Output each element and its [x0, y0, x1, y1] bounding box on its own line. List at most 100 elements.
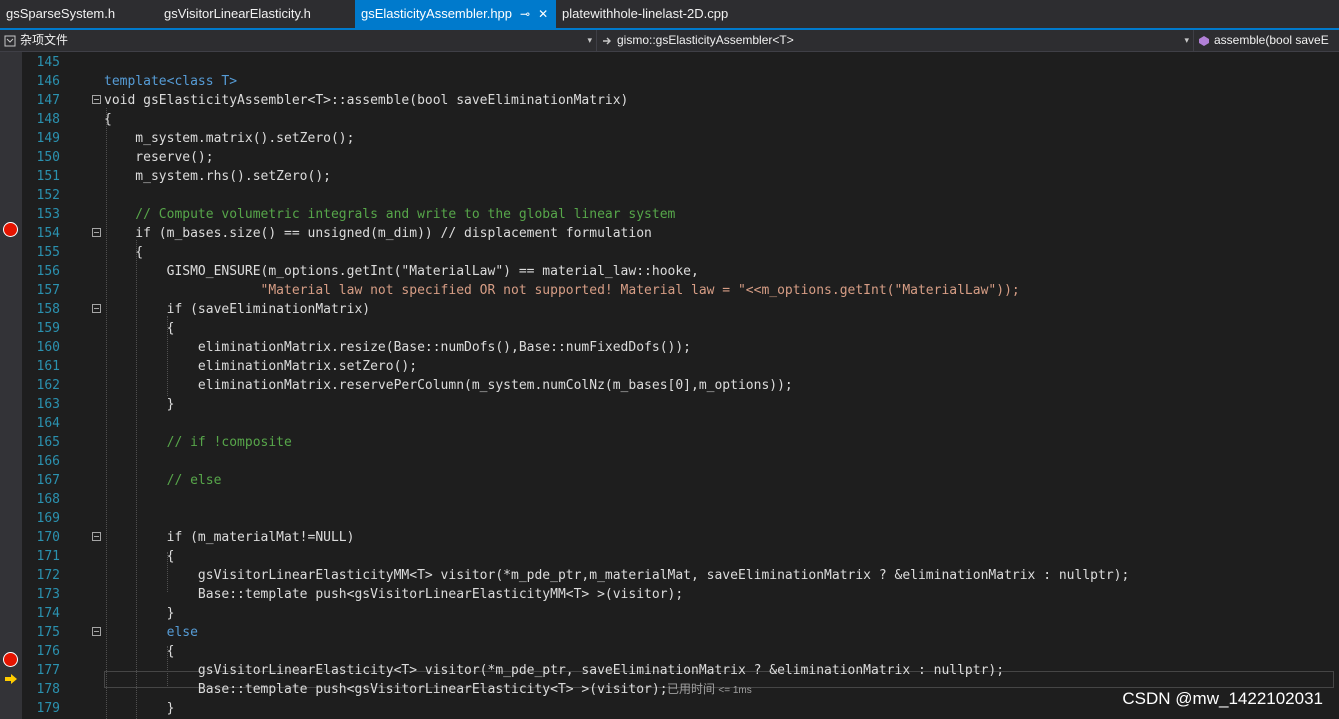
- member-dropdown[interactable]: assemble(bool saveE: [1194, 30, 1339, 51]
- tab-gsElasticityAssembler[interactable]: gsElasticityAssembler.hpp ⊸ ✕: [355, 0, 556, 28]
- code-text: {: [104, 112, 112, 127]
- code-text: {: [104, 549, 175, 564]
- collapse-icon[interactable]: [92, 532, 101, 541]
- collapse-icon[interactable]: [92, 95, 101, 104]
- line-number: 164: [36, 416, 60, 431]
- project-icon: [4, 35, 16, 46]
- code-line: 170 if (m_materialMat!=NULL): [22, 528, 1339, 547]
- line-number: 176: [36, 644, 60, 659]
- project-dropdown[interactable]: 杂项文件 ▾: [0, 30, 597, 51]
- code-text: GISMO_ENSURE(m_options.getInt("MaterialL…: [104, 264, 699, 279]
- scope-arrow-icon: [603, 37, 611, 44]
- code-text: "Material law not specified OR not suppo…: [104, 283, 1020, 298]
- code-line: 154 if (m_bases.size() == unsigned(m_dim…: [22, 224, 1339, 243]
- code-line: 172 gsVisitorLinearElasticityMM<T> visit…: [22, 566, 1339, 585]
- code-line: 155 {: [22, 243, 1339, 262]
- line-number: 167: [36, 473, 60, 488]
- line-number: 161: [36, 359, 60, 374]
- line-number: 178: [36, 682, 60, 697]
- breakpoint-icon[interactable]: [3, 222, 18, 237]
- line-number: 171: [36, 549, 60, 564]
- code-text: else: [104, 625, 198, 640]
- line-number: 162: [36, 378, 60, 393]
- tab-label: gsElasticityAssembler.hpp: [361, 6, 513, 21]
- code-line: 158 if (saveEliminationMatrix): [22, 300, 1339, 319]
- pin-icon[interactable]: ⊸: [520, 0, 530, 28]
- code-line: 159 {: [22, 319, 1339, 338]
- line-number: 154: [36, 226, 60, 241]
- code-line: 147 void gsElasticityAssembler<T>::assemb…: [22, 91, 1339, 110]
- code-text: {: [104, 245, 144, 260]
- scope-name: gismo::gsElasticityAssembler<T>: [617, 33, 794, 47]
- code-line: 149 m_system.matrix().setZero();: [22, 129, 1339, 148]
- code-line: 148 {: [22, 110, 1339, 129]
- code-text: reserve();: [104, 150, 214, 165]
- line-number: 156: [36, 264, 60, 279]
- tab-label: gsSparseSystem.h: [6, 6, 116, 21]
- tab-gsVisitorLinearElasticity[interactable]: gsVisitorLinearElasticity.h: [160, 0, 355, 28]
- code-text: Base::template push<gsVisitorLinearElast…: [104, 587, 684, 602]
- line-number: 179: [36, 701, 60, 716]
- code-line: 169: [22, 509, 1339, 528]
- line-number: 149: [36, 131, 60, 146]
- perf-tip[interactable]: 已用时间 <= 1ms: [667, 680, 752, 700]
- line-number: 163: [36, 397, 60, 412]
- line-number: 153: [36, 207, 60, 222]
- project-name: 杂项文件: [20, 33, 69, 47]
- line-number: 147: [36, 93, 60, 108]
- code-text: Base::template push<gsVisitorLinearElast…: [104, 682, 668, 697]
- line-number: 159: [36, 321, 60, 336]
- code-line: 156 GISMO_ENSURE(m_options.getInt("Mater…: [22, 262, 1339, 281]
- code-line: 173 Base::template push<gsVisitorLinearE…: [22, 585, 1339, 604]
- collapse-icon[interactable]: [92, 627, 101, 636]
- code-line: 166: [22, 452, 1339, 471]
- perf-tip-value: <= 1ms: [718, 685, 752, 696]
- collapse-icon[interactable]: [92, 304, 101, 313]
- line-number: 158: [36, 302, 60, 317]
- code-line: 151 m_system.rhs().setZero();: [22, 167, 1339, 186]
- code-text: void gsElasticityAssembler<T>::assemble(…: [104, 93, 629, 108]
- code-text: eliminationMatrix.setZero();: [104, 359, 418, 374]
- code-line: 153 // Compute volumetric integrals and …: [22, 205, 1339, 224]
- code-line: 163 }: [22, 395, 1339, 414]
- code-line: 168: [22, 490, 1339, 509]
- code-line: 150 reserve();: [22, 148, 1339, 167]
- code-text: if (saveEliminationMatrix): [104, 302, 371, 317]
- collapse-icon[interactable]: [92, 228, 101, 237]
- navigation-bar: 杂项文件 ▾ gismo::gsElasticityAssembler<T> ▾…: [0, 30, 1339, 52]
- code-line: 171 {: [22, 547, 1339, 566]
- line-number: 146: [36, 74, 60, 89]
- line-number: 174: [36, 606, 60, 621]
- code-text: eliminationMatrix.resize(Base::numDofs()…: [104, 340, 691, 355]
- code-text: }: [104, 701, 175, 716]
- code-line: 146 template<class T>: [22, 72, 1339, 91]
- method-icon: [1199, 35, 1209, 46]
- code-text: template<class T>: [104, 74, 238, 89]
- line-number: 155: [36, 245, 60, 260]
- line-number: 177: [36, 663, 60, 678]
- line-number: 169: [36, 511, 60, 526]
- tab-gsSparseSystem[interactable]: gsSparseSystem.h: [0, 0, 160, 28]
- code-editor[interactable]: 145 146 template<class T> 147 void gsElast…: [22, 52, 1339, 719]
- breakpoint-margin[interactable]: [0, 52, 22, 719]
- code-line: 175 else: [22, 623, 1339, 642]
- tab-platewithhole[interactable]: platewithhole-linelast-2D.cpp: [556, 0, 756, 28]
- document-tab-bar: gsSparseSystem.h gsVisitorLinearElastici…: [0, 0, 1339, 30]
- code-text: // Compute volumetric integrals and writ…: [104, 207, 676, 222]
- code-text: }: [104, 397, 175, 412]
- watermark: CSDN @mw_1422102031: [1122, 689, 1323, 708]
- scope-dropdown[interactable]: gismo::gsElasticityAssembler<T> ▾: [597, 30, 1194, 51]
- line-number: 150: [36, 150, 60, 165]
- code-text: m_system.rhs().setZero();: [104, 169, 331, 184]
- code-line: 160 eliminationMatrix.resize(Base::numDo…: [22, 338, 1339, 357]
- breakpoint-icon[interactable]: [3, 652, 18, 667]
- code-line: 152: [22, 186, 1339, 205]
- close-icon[interactable]: ✕: [538, 0, 548, 28]
- chevron-down-icon: ▾: [587, 35, 592, 45]
- code-text: if (m_bases.size() == unsigned(m_dim)) /…: [104, 226, 652, 241]
- chevron-down-icon: ▾: [1184, 35, 1189, 45]
- code-text: {: [104, 644, 175, 659]
- line-number: 148: [36, 112, 60, 127]
- line-number: 145: [36, 55, 60, 70]
- code-line: 165 // if !composite: [22, 433, 1339, 452]
